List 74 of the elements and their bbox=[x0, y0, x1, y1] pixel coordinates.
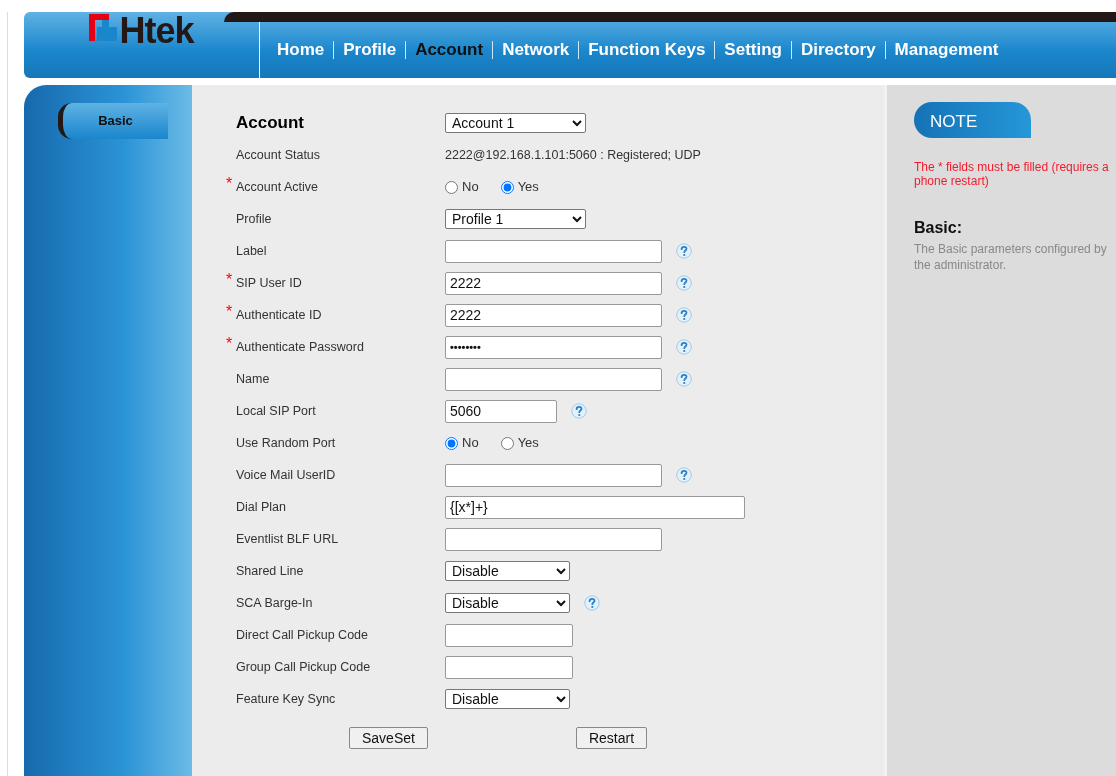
field-label: Feature Key Sync bbox=[236, 691, 336, 706]
field-label: Eventlist BLF URL bbox=[236, 531, 339, 546]
status-text: 2222@192.168.1.101:5060 : Registered; UDP bbox=[445, 146, 701, 164]
action-button[interactable]: Restart bbox=[575, 727, 648, 749]
field-label: Account Active bbox=[236, 179, 318, 194]
form-title: Account bbox=[236, 113, 304, 133]
radio-button[interactable] bbox=[500, 436, 514, 450]
nav-tab[interactable]: Profile bbox=[334, 37, 406, 63]
field-label: Voice Mail UserID bbox=[236, 467, 336, 482]
nav-tab[interactable]: Management bbox=[885, 37, 1008, 63]
nav-tab[interactable]: Network bbox=[493, 37, 579, 63]
radio-label[interactable]: Yes bbox=[517, 433, 539, 453]
radio-label[interactable]: No bbox=[462, 433, 479, 453]
input-field[interactable] bbox=[445, 367, 662, 391]
field-label: Account Status bbox=[236, 147, 321, 162]
dropdown-field[interactable]: Disable bbox=[445, 561, 570, 581]
account-select[interactable]: Account 1 bbox=[445, 113, 586, 133]
nav-tab[interactable]: Setting bbox=[715, 37, 791, 63]
required-mark: * bbox=[226, 301, 233, 322]
help-icon[interactable] bbox=[571, 403, 587, 419]
radio-button[interactable] bbox=[445, 180, 458, 194]
field-label: Label bbox=[236, 243, 267, 258]
input-field[interactable] bbox=[445, 463, 662, 487]
description-text: The Basic parameters configured by bbox=[914, 242, 1108, 256]
section-title: Basic: bbox=[914, 218, 964, 238]
warning-text: phone restart) bbox=[914, 174, 990, 188]
field-label: SCA Barge-In bbox=[236, 595, 313, 610]
input-field[interactable]: {[x*]+} bbox=[445, 495, 745, 519]
input-field[interactable]: •••••••• bbox=[445, 335, 662, 359]
radio-label[interactable]: No bbox=[462, 177, 479, 197]
field-label: Local SIP Port bbox=[236, 403, 316, 418]
action-button[interactable]: SaveSet bbox=[349, 727, 428, 749]
input-field[interactable] bbox=[445, 239, 662, 263]
help-icon[interactable] bbox=[676, 371, 692, 387]
input-field[interactable] bbox=[445, 527, 662, 551]
radio-button[interactable] bbox=[445, 436, 458, 450]
field-label: Shared Line bbox=[236, 563, 304, 578]
dropdown-field[interactable]: Disable bbox=[445, 689, 570, 709]
help-icon[interactable] bbox=[676, 307, 692, 323]
warning-text: The * fields must be filled (requires a bbox=[914, 160, 1110, 174]
logo-mark-icon bbox=[89, 14, 118, 41]
input-field[interactable]: 2222 bbox=[445, 271, 662, 295]
field-label: Use Random Port bbox=[236, 435, 336, 450]
logo-text: Htek bbox=[119, 14, 194, 48]
nav-tab[interactable]: Home bbox=[268, 37, 334, 63]
input-field[interactable] bbox=[445, 623, 573, 647]
input-field[interactable]: 5060 bbox=[445, 399, 557, 423]
dropdown-field[interactable]: Disable bbox=[445, 593, 570, 613]
field-label: Authenticate Password bbox=[236, 339, 364, 354]
radio-label[interactable]: Yes bbox=[517, 177, 539, 197]
radio-button[interactable] bbox=[500, 180, 514, 194]
required-mark: * bbox=[226, 173, 233, 194]
help-icon[interactable] bbox=[676, 243, 692, 259]
required-mark: * bbox=[226, 269, 233, 290]
input-field[interactable] bbox=[445, 655, 573, 679]
field-label: SIP User ID bbox=[236, 275, 302, 290]
field-label: Dial Plan bbox=[236, 499, 287, 514]
sidebar-tab[interactable]: Basic bbox=[58, 103, 168, 139]
field-label: Profile bbox=[236, 211, 272, 226]
description-text: the administrator. bbox=[914, 258, 1008, 272]
required-mark: * bbox=[226, 333, 233, 354]
help-icon[interactable] bbox=[584, 595, 600, 611]
nav-tab[interactable]: Function Keys bbox=[579, 37, 715, 63]
nav-tab[interactable]: Account bbox=[406, 37, 493, 63]
field-label: Name bbox=[236, 371, 270, 386]
help-icon[interactable] bbox=[676, 467, 692, 483]
help-icon[interactable] bbox=[676, 275, 692, 291]
input-field[interactable]: 2222 bbox=[445, 303, 662, 327]
field-label: Authenticate ID bbox=[236, 307, 322, 322]
nav-tab[interactable]: Directory bbox=[791, 37, 885, 63]
dropdown-field[interactable]: Profile 1 bbox=[445, 209, 586, 229]
field-label: Direct Call Pickup Code bbox=[236, 627, 368, 642]
field-label: Group Call Pickup Code bbox=[236, 659, 371, 674]
help-icon[interactable] bbox=[676, 339, 692, 355]
